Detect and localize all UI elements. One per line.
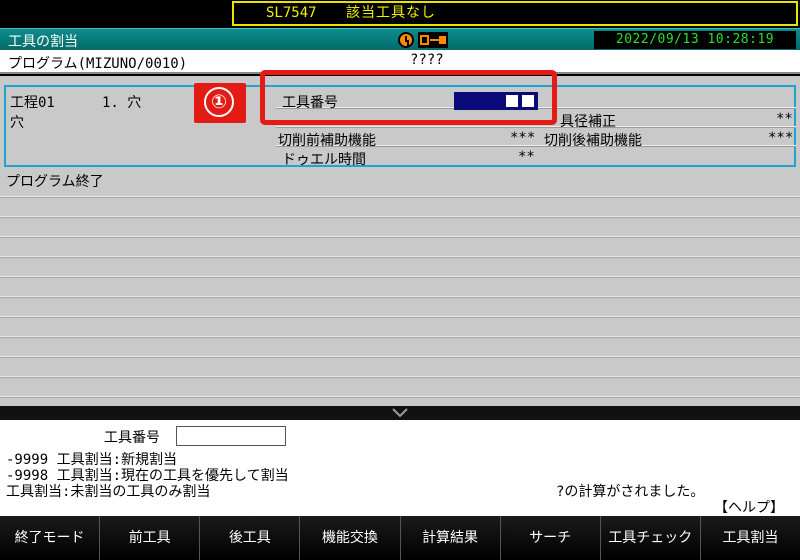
post-cut-function-label: 切削後補助機能 (544, 133, 642, 149)
softkey-tool-assign[interactable]: 工具割当 (700, 516, 800, 560)
link-icon (418, 32, 448, 48)
softkey-prev-tool[interactable]: 前工具 (100, 516, 201, 560)
calc-message: ?の計算がされました。 (556, 484, 705, 500)
help-line-unassigned: 工具割当:未割当の工具のみ割当 (6, 484, 211, 500)
screen-title: 工具の割当 (8, 34, 78, 50)
divider (0, 376, 800, 377)
program-status: ???? (410, 52, 444, 68)
clock-icon (398, 32, 414, 48)
divider (276, 126, 796, 127)
pre-cut-function-value: *** (510, 130, 536, 146)
chevron-down-icon[interactable] (392, 408, 408, 418)
softkey-tool-check[interactable]: 工具チェック (600, 516, 701, 560)
softkey-search[interactable]: サーチ (500, 516, 601, 560)
process-label: 工程01 (10, 95, 55, 111)
alarm-message-box: SL7547 該当工具なし (232, 1, 798, 26)
divider (0, 396, 800, 397)
input-area: 工具番号 -9999 工具割当:新規割当 -9998 工具割当:現在の工具を優先… (0, 420, 800, 516)
divider (0, 356, 800, 357)
divider (0, 336, 800, 337)
top-bar: SL7547 該当工具なし (0, 0, 800, 28)
tool-diameter-label: 具径補正 (560, 114, 616, 130)
softkey-calc-result[interactable]: 計算結果 (400, 516, 501, 560)
callout-highlight-box (260, 70, 557, 125)
softkey-function-swap[interactable]: 機能交換 (300, 516, 401, 560)
process-step: 1. 穴 (102, 95, 142, 111)
divider (0, 316, 800, 317)
divider (0, 276, 800, 277)
tool-diameter-value: ** (776, 111, 793, 127)
process-list: 工程01 1. 穴 穴 工具番号 具径補正 ** 切削前補助機能 *** 切削後… (0, 76, 800, 406)
softkey-next-tool[interactable]: 後工具 (200, 516, 301, 560)
tool-number-input[interactable] (176, 426, 286, 446)
dwell-time-value: ** (518, 149, 535, 165)
divider (0, 196, 800, 197)
divider (0, 236, 800, 237)
callout-number-badge: ① (194, 83, 246, 123)
post-cut-function-value: *** (768, 130, 794, 146)
pre-cut-function-label: 切削前補助機能 (278, 133, 376, 149)
alarm-code: SL7547 (266, 5, 317, 21)
panel-divider[interactable] (0, 406, 800, 420)
divider (0, 216, 800, 217)
program-name: プログラム(MIZUNO/0010) (8, 56, 188, 72)
dwell-time-label: ドゥエル時間 (282, 152, 366, 168)
divider (0, 296, 800, 297)
process-type: 穴 (10, 115, 24, 131)
datetime-display: 2022/09/13 10:28:19 (594, 31, 796, 49)
alarm-text: 該当工具なし (346, 5, 436, 21)
softkey-bar: 終了モード 前工具 後工具 機能交換 計算結果 サーチ 工具チェック 工具割当 (0, 516, 800, 560)
divider (0, 256, 800, 257)
title-bar: 工具の割当 2022/09/13 10:28:19 (0, 28, 800, 50)
program-end-row[interactable]: プログラム終了 (6, 171, 104, 191)
input-field-label: 工具番号 (104, 430, 160, 446)
help-link[interactable]: 【ヘルプ】 (714, 497, 784, 517)
callout-number: ① (204, 87, 234, 117)
softkey-end-mode[interactable]: 終了モード (0, 516, 101, 560)
